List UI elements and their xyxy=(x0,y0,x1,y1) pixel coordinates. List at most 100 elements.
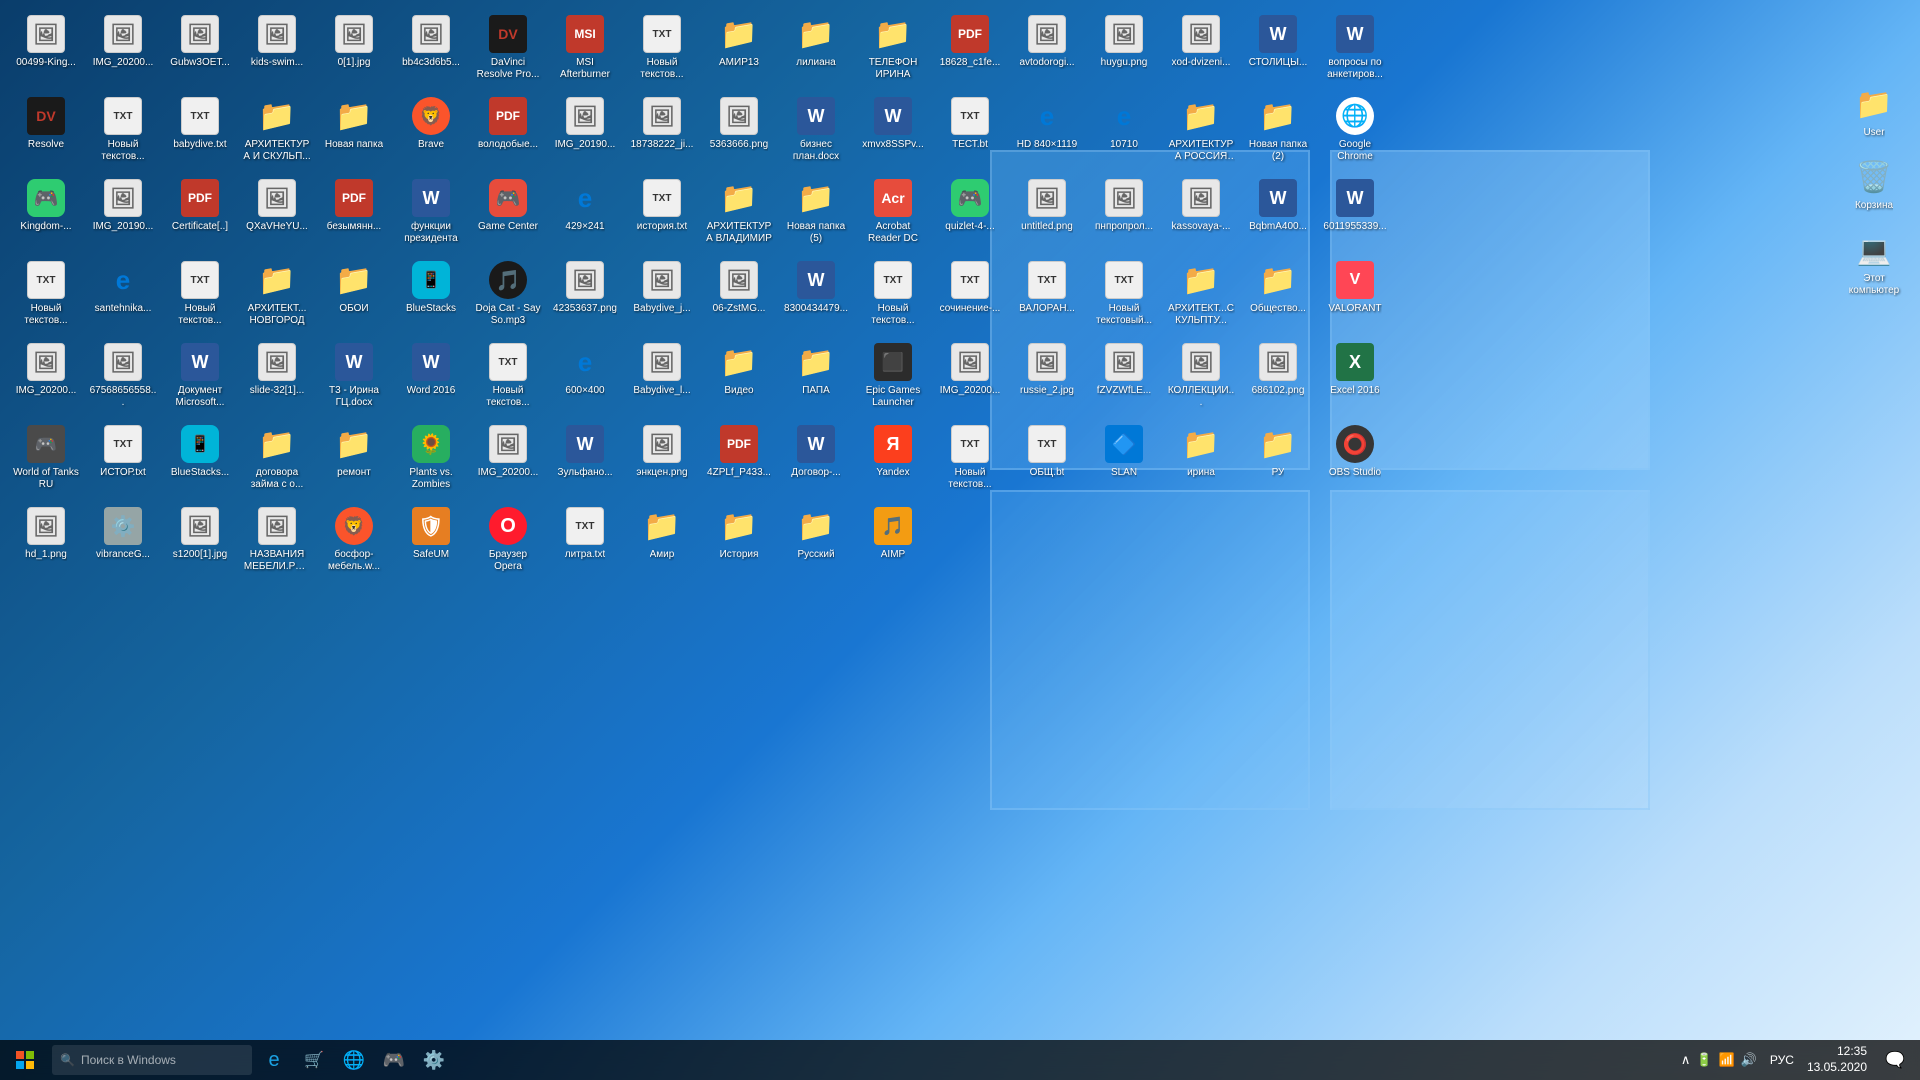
desktop-icon-600x400[interactable]: e 600×400 xyxy=(549,338,621,418)
desktop-icon-BqbmA400[interactable]: W BqbmA400... xyxy=(1242,174,1314,254)
desktop-icon-bezymyann[interactable]: PDF безымянн... xyxy=(318,174,390,254)
desktop-icon-RU[interactable]: 📁 РУ xyxy=(1242,420,1314,500)
notification-center[interactable]: 🗨️ xyxy=(1875,1040,1915,1080)
desktop-icon-xmvx8SSPv[interactable]: W xmvx8SSPv... xyxy=(857,92,929,172)
desktop-icon-Noviy-txt6[interactable]: TXT Новый текстовый... xyxy=(1088,256,1160,336)
volume-icon[interactable]: 🔊 xyxy=(1741,1052,1757,1068)
desktop-icon-OBOI[interactable]: 📁 ОБОИ xyxy=(318,256,390,336)
desktop-icon-liliana[interactable]: 📁 лилиана xyxy=(780,10,852,90)
desktop-icon-Word2016[interactable]: W Word 2016 xyxy=(395,338,467,418)
desktop-icon-fZVZWfLE[interactable]: 🖼 fZVZWfLE... xyxy=(1088,338,1160,418)
desktop-icon-untitled-png[interactable]: 🖼 untitled.png xyxy=(1011,174,1083,254)
desktop-icon-67568656[interactable]: 🖼 67568656558... xyxy=(87,338,159,418)
desktop-icon-SafeUM[interactable]: 🛡 SafeUM xyxy=(395,502,467,582)
desktop-icon-Gubw3OET[interactable]: 🖼 Gubw3OET... xyxy=(164,10,236,90)
desktop-icon-volodobye[interactable]: PDF володобые... xyxy=(472,92,544,172)
desktop-icon-ISTOR-txt[interactable]: TXT ИСТОР.txt xyxy=(87,420,159,500)
desktop-icon-Istoriya[interactable]: 📁 История xyxy=(703,502,775,582)
start-button[interactable] xyxy=(0,1040,50,1080)
desktop-icon-Noviy-txt8[interactable]: TXT Новый текстов... xyxy=(934,420,1006,500)
desktop-icon-IMG-201900[interactable]: 🖼 IMG_20190... xyxy=(549,92,621,172)
desktop-icon-IMG-201901[interactable]: 🖼 IMG_20190... xyxy=(87,174,159,254)
taskbar-chrome-icon[interactable]: 🌐 xyxy=(334,1040,374,1080)
desktop-icon-Babydive-l[interactable]: 🖼 Babydive_l... xyxy=(626,338,698,418)
desktop-icon-GameCenter[interactable]: 🎮 Game Center xyxy=(472,174,544,254)
notification-chevron[interactable]: ∧ xyxy=(1681,1052,1691,1068)
desktop-icon-ARHITEKTURA-NOVGOROD[interactable]: 📁 АРХИТЕКТ... НОВГОРОД xyxy=(241,256,313,336)
desktop-icon-10710[interactable]: e 10710 xyxy=(1088,92,1160,172)
desktop-icon-irina[interactable]: 📁 ирина xyxy=(1165,420,1237,500)
desktop-icon-Brave[interactable]: 🦁 Brave xyxy=(395,92,467,172)
desktop-icon-MSI-Afterburner[interactable]: MSI MSI Afterburner xyxy=(549,10,621,90)
desktop-icon-Excel2016[interactable]: X Excel 2016 xyxy=(1319,338,1391,418)
taskbar-settings-icon[interactable]: ⚙️ xyxy=(414,1040,454,1080)
desktop-icon-Noviy-txt2[interactable]: TXT Новый текстов... xyxy=(87,92,159,172)
desktop-icon-quizlet-4[interactable]: 🎮 quizlet-4-... xyxy=(934,174,1006,254)
desktop-icon-Noviy-txt3[interactable]: TXT Новый текстов... xyxy=(10,256,82,336)
desktop-icon-18628-c1fe[interactable]: PDF 18628_c1fe... xyxy=(934,10,1006,90)
desktop-icon-DojaCat[interactable]: 🎵 Doja Cat - Say So.mp3 xyxy=(472,256,544,336)
desktop-icon-avtodorogi[interactable]: 🖼 avtodorogi... xyxy=(1011,10,1083,90)
desktop-icon-SLAN[interactable]: 🔷 SLAN xyxy=(1088,420,1160,500)
right-icon-User[interactable]: 📁 User xyxy=(1838,80,1910,143)
desktop-icon-WorldOfTanks[interactable]: 🎮 World of Tanks RU xyxy=(10,420,82,500)
desktop-icon-Zulfano[interactable]: W Зульфано... xyxy=(549,420,621,500)
desktop-icon-remont[interactable]: 📁 ремонт xyxy=(318,420,390,500)
desktop-icon-hd-1[interactable]: 🖼 hd_1.png xyxy=(10,502,82,582)
desktop-icon-QXaVHeYU[interactable]: 🖼 QXaVHeYU... xyxy=(241,174,313,254)
desktop-icon-8300434[interactable]: W 8300434479... xyxy=(780,256,852,336)
desktop-icon-santehnika[interactable]: e santehnika... xyxy=(87,256,159,336)
desktop-icon-biznes-plan[interactable]: W бизнес план.docx xyxy=(780,92,852,172)
desktop-icon-Noviy-txt5[interactable]: TXT Новый текстов... xyxy=(857,256,929,336)
desktop-icon-dogovor-zayma[interactable]: 📁 договора займа с о... xyxy=(241,420,313,500)
desktop-icon-AMIR13[interactable]: 📁 АМИР13 xyxy=(703,10,775,90)
desktop-icon-enkcen-png[interactable]: 🖼 энкцен.png xyxy=(626,420,698,500)
desktop-icon-kassovaya[interactable]: 🖼 kassovaya-... xyxy=(1165,174,1237,254)
desktop-icon-Yandex[interactable]: Я Yandex xyxy=(857,420,929,500)
desktop-icon-Russkiy[interactable]: 📁 Русский xyxy=(780,502,852,582)
desktop-icon-686102[interactable]: 🖼 686102.png xyxy=(1242,338,1314,418)
desktop-icon-Novaya-papka5[interactable]: 📁 Новая папка (5) xyxy=(780,174,852,254)
desktop-icon-vibranceG[interactable]: ⚙️ vibranceG... xyxy=(87,502,159,582)
desktop-icon-Certificate[interactable]: PDF Certificate[..] xyxy=(164,174,236,254)
desktop-icon-litra-txt[interactable]: TXT литра.txt xyxy=(549,502,621,582)
desktop-icon-DaVinci[interactable]: DV DaVinci Resolve Pro... xyxy=(472,10,544,90)
desktop-icon-bb4c3d6b5[interactable]: 🖼 bb4c3d6b5... xyxy=(395,10,467,90)
desktop-icon-Google-Chrome[interactable]: 🌐 Google Chrome xyxy=(1319,92,1391,172)
desktop-icon-Novaya-papka[interactable]: 📁 Новая папка xyxy=(318,92,390,172)
desktop-icon-Obschestvo[interactable]: 📁 Общество... xyxy=(1242,256,1314,336)
desktop-icon-IMG-202002[interactable]: 🖼 IMG_20200... xyxy=(472,420,544,500)
desktop-icon-pnproprol[interactable]: 🖼 пнпропрол... xyxy=(1088,174,1160,254)
taskbar-store-icon[interactable]: 🛒 xyxy=(294,1040,334,1080)
desktop-icon-BlueStacks[interactable]: 📱 BlueStacks xyxy=(395,256,467,336)
desktop-icon-ARHITEKTURA-ROSSIYA[interactable]: 📁 АРХИТЕКТУРА РОССИЯ И... xyxy=(1165,92,1237,172)
desktop-icon-VALORAN[interactable]: TXT ВАЛОРАН... xyxy=(1011,256,1083,336)
desktop-icon-Kingdom[interactable]: 🎮 Kingdom-... xyxy=(10,174,82,254)
desktop-icon-russie-2[interactable]: 🖼 russie_2.jpg xyxy=(1011,338,1083,418)
desktop-icon-slide-32[interactable]: 🖼 slide-32[1]... xyxy=(241,338,313,418)
taskbar-search[interactable]: 🔍 Поиск в Windows xyxy=(52,1045,252,1075)
desktop-icon-VALORANT[interactable]: V VALORANT xyxy=(1319,256,1391,336)
desktop-icon-TEST-txt[interactable]: TXT ТЕСТ.bt xyxy=(934,92,1006,172)
desktop-icon-0l1jpg[interactable]: 🖼 0[1].jpg xyxy=(318,10,390,90)
desktop-icon-Resolve[interactable]: DV Resolve xyxy=(10,92,82,172)
desktop-icon-OBSH-txt[interactable]: TXT ОБЩ.bt xyxy=(1011,420,1083,500)
desktop-icon-ARHITEKTURA-SKULP[interactable]: 📁 АРХИТЕКТУРА И СКУЛЬП... xyxy=(241,92,313,172)
desktop-icon-istoriya-txt[interactable]: TXT история.txt xyxy=(626,174,698,254)
desktop-icon-4ZPLf-P433[interactable]: PDF 4ZPLf_P433... xyxy=(703,420,775,500)
right-icon-EtotKomputer[interactable]: 💻 Этот компьютер xyxy=(1838,226,1910,301)
taskbar-steam-icon[interactable]: 🎮 xyxy=(374,1040,414,1080)
desktop-icon-Babydive-jpg[interactable]: 🖼 Babydive_j... xyxy=(626,256,698,336)
desktop-icon-kids-swim[interactable]: 🖼 kids-swim... xyxy=(241,10,313,90)
desktop-icon-42353637[interactable]: 🖼 42353637.png xyxy=(549,256,621,336)
desktop-icon-6011955339[interactable]: W 6011955339... xyxy=(1319,174,1391,254)
desktop-icon-voprosy-anket[interactable]: W вопросы по анкетиров... xyxy=(1319,10,1391,90)
desktop-icon-BlueStacks2[interactable]: 📱 BlueStacks... xyxy=(164,420,236,500)
desktop-icon-babydive-txt[interactable]: TXT babydive.txt xyxy=(164,92,236,172)
desktop-icon-AIMP[interactable]: 🎵 AIMP xyxy=(857,502,929,582)
desktop-icon-IMG-202001[interactable]: 🖼 IMG_20200... xyxy=(934,338,1006,418)
desktop-icon-HD840x1119[interactable]: e HD 840×1119 xyxy=(1011,92,1083,172)
desktop-icon-IMG-202000[interactable]: 🖼 IMG_20200... xyxy=(10,338,82,418)
desktop-icon-ARHITEKTURA-VLADIMIR[interactable]: 📁 АРХИТЕКТУРА ВЛАДИМИР xyxy=(703,174,775,254)
desktop-icon-Noviy-txt7[interactable]: TXT Новый текстов... xyxy=(472,338,544,418)
